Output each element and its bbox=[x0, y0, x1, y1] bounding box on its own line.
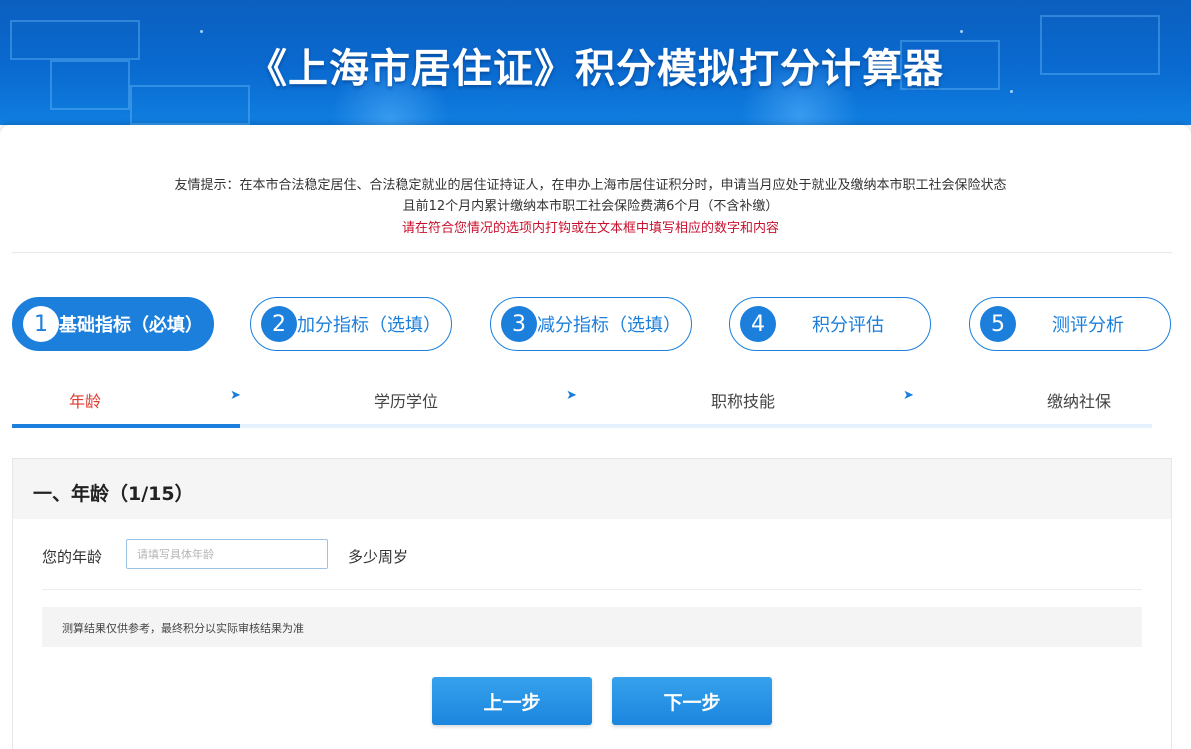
substep-social-insurance[interactable]: 缴纳社保 bbox=[1047, 388, 1111, 412]
substep-title-skill[interactable]: 职称技能 bbox=[711, 388, 775, 412]
header-banner: 《上海市居住证》积分模拟打分计算器 bbox=[0, 0, 1191, 125]
age-label: 您的年龄 bbox=[42, 548, 103, 566]
page-title: 《上海市居住证》积分模拟打分计算器 bbox=[247, 46, 944, 92]
tip-line-1: 友情提示：在本市合法稳定居住、合法稳定就业的居住证持证人，在申办上海市居住证积分… bbox=[174, 178, 1007, 193]
tip-line-3: 请在符合您情况的选项内打钩或在文本框中填写相应的数字和内容 bbox=[401, 221, 779, 236]
step-number: 5 bbox=[980, 306, 1016, 342]
step-evaluation[interactable]: 4 积分评估 bbox=[729, 297, 931, 351]
arrow-right-icon: ➤ bbox=[230, 388, 241, 403]
step-number: 2 bbox=[261, 306, 297, 342]
banner-dot bbox=[200, 30, 203, 33]
step-bonus[interactable]: 2 加分指标（选填） bbox=[250, 297, 452, 351]
step-label: 加分指标（选填） bbox=[297, 315, 441, 336]
step-basic[interactable]: 1 基础指标（必填） bbox=[12, 297, 214, 351]
substep-age[interactable]: 年龄 bbox=[69, 388, 101, 412]
disclaimer-note: 测算结果仅供参考，最终积分以实际审核结果为准 bbox=[42, 607, 1142, 647]
progress-bar bbox=[12, 424, 240, 428]
divider bbox=[42, 589, 1142, 590]
banner-dot bbox=[960, 30, 963, 33]
step-label: 减分指标（选填） bbox=[537, 315, 681, 336]
step-number: 3 bbox=[501, 306, 537, 342]
section-header: 一、年龄（1/15） bbox=[13, 459, 1171, 519]
arrow-right-icon: ➤ bbox=[903, 388, 914, 403]
age-input[interactable] bbox=[126, 539, 328, 569]
step-number: 4 bbox=[740, 306, 776, 342]
age-unit: 多少周岁 bbox=[348, 548, 409, 566]
disclaimer-text: 测算结果仅供参考，最终积分以实际审核结果为准 bbox=[62, 622, 304, 635]
substep-education[interactable]: 学历学位 bbox=[374, 388, 438, 412]
prev-button[interactable]: 上一步 bbox=[432, 677, 592, 725]
divider bbox=[12, 252, 1172, 253]
step-label: 积分评估 bbox=[812, 315, 884, 336]
tip-line-2: 且前12个月内累计缴纳本市职工社会保险费满6个月（不含补缴） bbox=[402, 199, 779, 214]
next-button[interactable]: 下一步 bbox=[612, 677, 772, 725]
section-title: 一、年龄（1/15） bbox=[33, 483, 194, 505]
step-label: 基础指标（必填） bbox=[59, 315, 203, 336]
step-analysis[interactable]: 5 测评分析 bbox=[969, 297, 1171, 351]
arrow-right-icon: ➤ bbox=[566, 388, 577, 403]
question-section: 一、年龄（1/15） bbox=[12, 458, 1172, 749]
step-deduction[interactable]: 3 减分指标（选填） bbox=[490, 297, 692, 351]
step-label: 测评分析 bbox=[1052, 315, 1124, 336]
step-number: 1 bbox=[23, 306, 59, 342]
